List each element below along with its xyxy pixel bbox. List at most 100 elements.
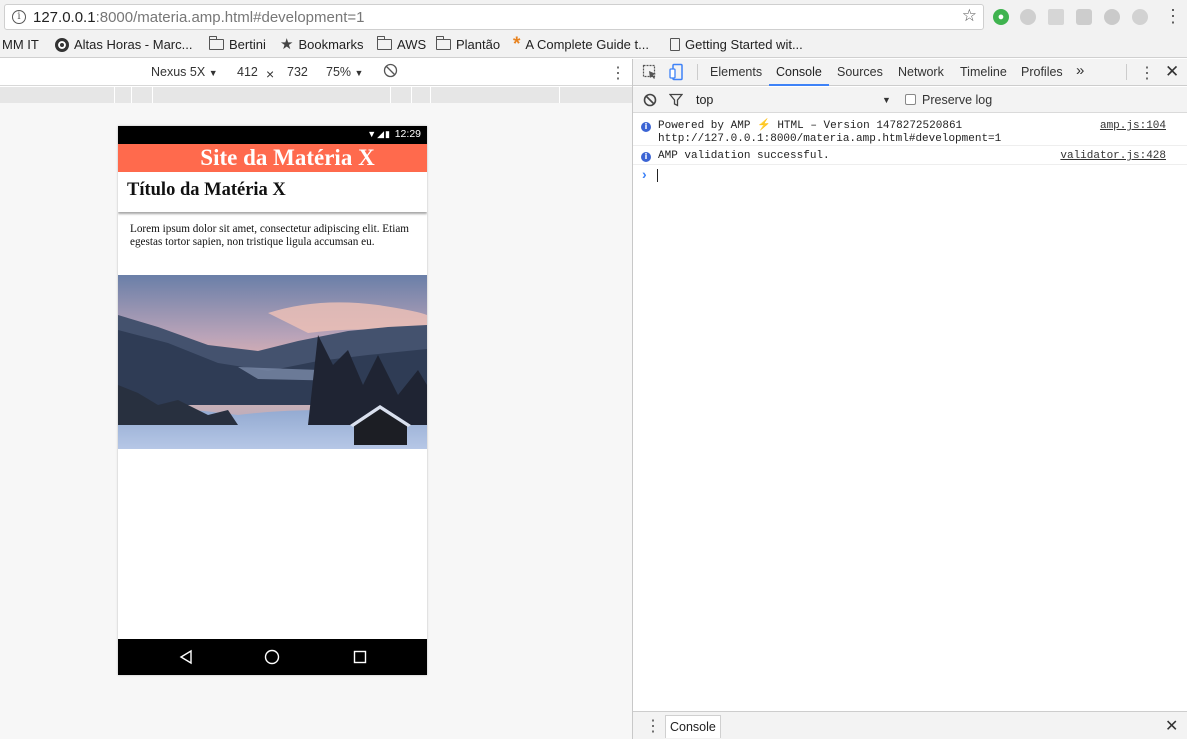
bookmark-bookmarks[interactable]: ★ Bookmarks [280, 35, 364, 53]
zoom-value: 75% [326, 65, 352, 79]
tab-profiles[interactable]: Profiles [1021, 65, 1063, 79]
hero-image [118, 275, 427, 449]
device-toolbar: Nexus 5X ▼ 412 × 732 75% ▼ ⋮ [0, 59, 632, 86]
close-devtools-icon[interactable]: ✕ [1165, 62, 1179, 82]
bookmark-label: A Complete Guide t... [525, 37, 649, 52]
console-message: i Powered by AMP ⚡ HTML – Version 147827… [633, 117, 1187, 146]
console-toolbar: top ▼ Preserve log [633, 87, 1187, 113]
folder-icon [209, 36, 224, 50]
bookmark-mm-it[interactable]: MM IT [2, 37, 39, 52]
signal-battery-icons: ▼◢▮ [367, 129, 391, 139]
bookmark-plantao[interactable]: Plantão [436, 36, 501, 52]
bookmark-aws[interactable]: AWS [377, 36, 427, 52]
android-nav-bar [118, 639, 427, 675]
bookmark-getting-started[interactable]: Getting Started wit... [670, 37, 803, 52]
tab-elements[interactable]: Elements [710, 65, 762, 79]
address-bar[interactable]: i 127.0.0.1:8000/materia.amp.html#develo… [4, 4, 984, 30]
dimension-separator: × [266, 66, 275, 82]
devtools-menu-icon[interactable]: ⋮ [1139, 63, 1155, 83]
info-icon: i [641, 152, 651, 162]
drawer-menu-icon[interactable]: ⋮ [645, 716, 661, 736]
media-query-ruler[interactable] [0, 87, 632, 103]
tab-network[interactable]: Network [898, 65, 944, 79]
bookmark-label: Getting Started wit... [685, 37, 803, 52]
dropdown-arrow-icon: ▼ [208, 68, 218, 78]
bookmark-label: Bookmarks [298, 37, 364, 52]
device-width-input[interactable]: 412 [237, 65, 258, 79]
home-nav-icon[interactable] [257, 639, 287, 675]
drawer-tab-console[interactable]: Console [665, 715, 721, 738]
chrome-menu-icon[interactable]: ⋮ [1164, 7, 1182, 25]
bookmark-star-icon[interactable]: ☆ [962, 6, 977, 26]
url-path: :8000/materia.amp.html#development=1 [95, 9, 365, 26]
tab-timeline[interactable]: Timeline [960, 65, 1007, 79]
devtools-panel: Elements Console Sources Network Timelin… [632, 59, 1187, 739]
recents-nav-icon[interactable] [345, 639, 375, 675]
browser-toolbar: i 127.0.0.1:8000/materia.amp.html#develo… [0, 0, 1187, 34]
extension-icon-3[interactable] [1048, 9, 1064, 25]
page-icon [670, 38, 680, 51]
bookmark-bertini[interactable]: Bertini [209, 36, 266, 52]
article-header: Título da Matéria X [118, 172, 427, 212]
inspect-element-icon[interactable] [642, 64, 658, 83]
context-dropdown-icon[interactable]: ▼ [882, 95, 891, 105]
cloud-extension-icon[interactable] [1104, 9, 1120, 25]
zoom-select[interactable]: 75% ▼ [326, 65, 363, 79]
text-caret [657, 169, 658, 182]
active-tab-indicator [769, 84, 829, 86]
article-title: Título da Matéria X [127, 180, 286, 200]
device-mode-icon[interactable] [669, 63, 685, 84]
article-body: Lorem ipsum dolor sit amet, consectetur … [130, 223, 409, 249]
preserve-log-label: Preserve log [922, 93, 993, 107]
star-icon: ★ [280, 35, 294, 53]
console-message: i AMP validation successful. validator.j… [633, 147, 1187, 165]
bookmark-label: MM IT [2, 37, 39, 52]
android-status-bar: ▼◢▮ 12:29 [118, 126, 427, 144]
close-drawer-icon[interactable]: ✕ [1165, 716, 1178, 736]
asterisk-icon: * [513, 33, 521, 55]
device-toolbar-menu-icon[interactable]: ⋮ [610, 63, 626, 83]
search-extension-icon[interactable] [1132, 9, 1148, 25]
preserve-log-checkbox[interactable] [905, 94, 916, 105]
devtools-tabbar: Elements Console Sources Network Timelin… [633, 59, 1187, 86]
devtools-drawer: ⋮ Console ✕ [633, 711, 1187, 739]
tab-console[interactable]: Console [776, 65, 822, 79]
evernote-extension-icon[interactable]: ● [993, 9, 1009, 25]
device-name: Nexus 5X [151, 65, 206, 79]
rotate-icon[interactable] [383, 63, 398, 81]
dropdown-arrow-icon: ▼ [354, 68, 364, 78]
back-nav-icon[interactable] [171, 639, 201, 675]
console-message-source[interactable]: validator.js:428 [1060, 150, 1166, 163]
bookmark-label: Altas Horas - Marc... [74, 37, 193, 52]
globe-icon [55, 37, 69, 52]
bookmark-altas-horas[interactable]: Altas Horas - Marc... [55, 37, 192, 52]
bookmark-label: AWS [397, 37, 427, 52]
folder-icon [436, 36, 451, 50]
tab-sources[interactable]: Sources [837, 65, 883, 79]
bookmark-complete-guide[interactable]: * A Complete Guide t... [513, 33, 649, 55]
bookmark-label: Plantão [456, 37, 501, 52]
prompt-chevron-icon: › [642, 166, 647, 182]
folder-icon [377, 36, 392, 50]
context-select[interactable]: top [696, 93, 713, 107]
console-message-source[interactable]: amp.js:104 [1100, 120, 1166, 133]
console-prompt[interactable]: › [633, 166, 1187, 186]
status-time: 12:29 [394, 128, 421, 140]
extension-icon-4[interactable] [1076, 9, 1092, 25]
clear-console-icon[interactable] [643, 93, 657, 110]
url-host: 127.0.0.1 [33, 9, 96, 26]
site-header: Site da Matéria X [118, 144, 427, 172]
phone-screen: ▼◢▮ 12:29 Site da Matéria X Título da Ma… [118, 126, 427, 675]
extension-icon-2[interactable] [1020, 9, 1036, 25]
url-text[interactable]: 127.0.0.1:8000/materia.amp.html#developm… [33, 9, 364, 26]
device-select[interactable]: Nexus 5X ▼ [151, 65, 218, 79]
bookmark-label: Bertini [229, 37, 266, 52]
info-icon: i [641, 122, 651, 132]
console-message-text: AMP validation successful. [658, 150, 830, 162]
console-message-text: Powered by AMP ⚡ HTML – Version 14782725… [658, 120, 1002, 145]
filter-icon[interactable] [668, 93, 684, 110]
device-height-input[interactable]: 732 [287, 65, 308, 79]
more-tabs-icon[interactable]: » [1076, 62, 1084, 79]
bookmarks-bar: MM IT Altas Horas - Marc... Bertini ★ Bo… [0, 34, 1187, 58]
site-info-icon[interactable]: i [12, 10, 26, 24]
